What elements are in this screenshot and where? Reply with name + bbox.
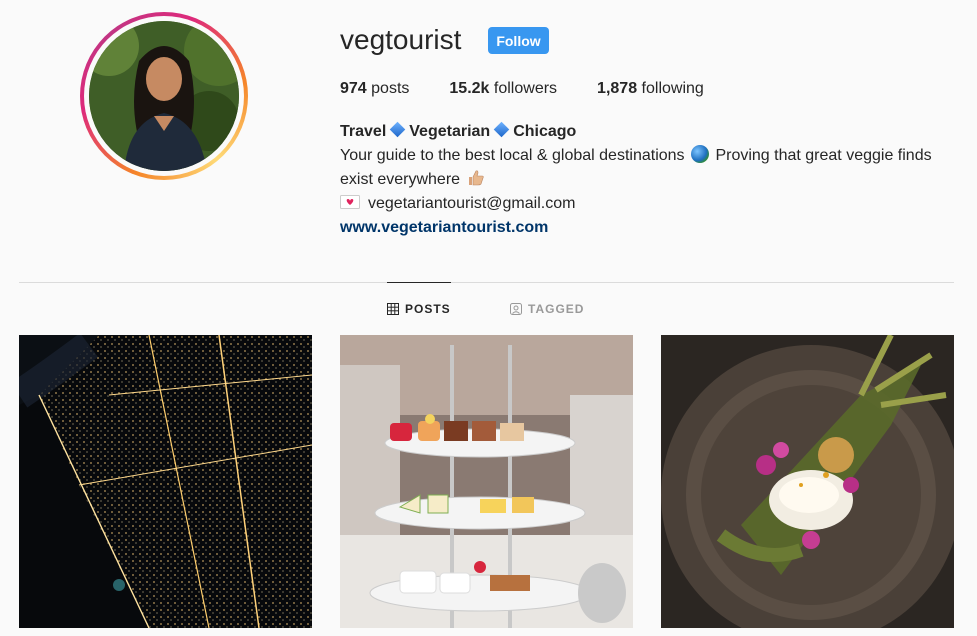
- blue-diamond-icon: [389, 121, 406, 138]
- post-plated-dish[interactable]: [661, 335, 954, 628]
- followers-count: 15.2k: [449, 80, 490, 97]
- following-stat[interactable]: 1,878 following: [597, 80, 704, 98]
- tag-icon: [510, 303, 522, 315]
- follow-button[interactable]: Follow: [488, 27, 549, 54]
- post-city-night[interactable]: [19, 335, 312, 628]
- bio-title-vegetarian: Vegetarian: [409, 123, 491, 140]
- avatar[interactable]: [89, 21, 239, 171]
- following-count: 1,878: [597, 80, 638, 97]
- bio: Travel Vegetarian Chicago Your guide to th…: [340, 120, 960, 240]
- profile-stats: 974 posts 15.2k followers 1,878 followin…: [340, 80, 744, 98]
- tabs-divider: [19, 282, 954, 283]
- globe-icon: [691, 145, 709, 163]
- blue-diamond-icon: [493, 121, 510, 138]
- bio-title-chicago: Chicago: [513, 123, 577, 140]
- followers-stat[interactable]: 15.2k followers: [449, 80, 557, 98]
- thumbs-up-icon: [468, 170, 484, 186]
- afternoon-tea-photo-icon: [340, 335, 633, 628]
- tab-posts-label: POSTS: [405, 302, 451, 316]
- profile-photo-icon: [89, 21, 239, 171]
- post-afternoon-tea[interactable]: [340, 335, 633, 628]
- posts-count: 974: [340, 80, 367, 97]
- city-night-photo-icon: [19, 335, 312, 628]
- love-letter-icon: [340, 195, 360, 209]
- plated-dish-photo-icon: [661, 335, 954, 628]
- username: vegtourist: [340, 24, 462, 55]
- avatar-gap: [84, 16, 244, 176]
- avatar-ring[interactable]: [80, 12, 248, 180]
- bio-title-travel: Travel: [340, 123, 387, 140]
- active-tab-indicator: [387, 282, 451, 283]
- bio-line1: Your guide to the best local & global de…: [340, 147, 685, 164]
- following-label: following: [641, 80, 704, 97]
- tab-posts[interactable]: POSTS: [387, 302, 451, 316]
- grid-icon: [387, 303, 399, 315]
- bio-line1b: Proving that great veggie finds: [715, 147, 932, 164]
- bio-title: Travel Vegetarian Chicago: [340, 120, 960, 144]
- website-link[interactable]: www.vegetariantourist.com: [340, 216, 548, 240]
- bio-line2: exist everywhere: [340, 171, 461, 188]
- followers-label: followers: [493, 80, 558, 97]
- tab-tagged-label: TAGGED: [528, 302, 585, 316]
- bio-email[interactable]: vegetariantourist@gmail.com: [368, 195, 575, 212]
- tab-tagged[interactable]: TAGGED: [510, 302, 584, 316]
- posts-label: posts: [371, 80, 410, 97]
- posts-stat[interactable]: 974 posts: [340, 80, 409, 98]
